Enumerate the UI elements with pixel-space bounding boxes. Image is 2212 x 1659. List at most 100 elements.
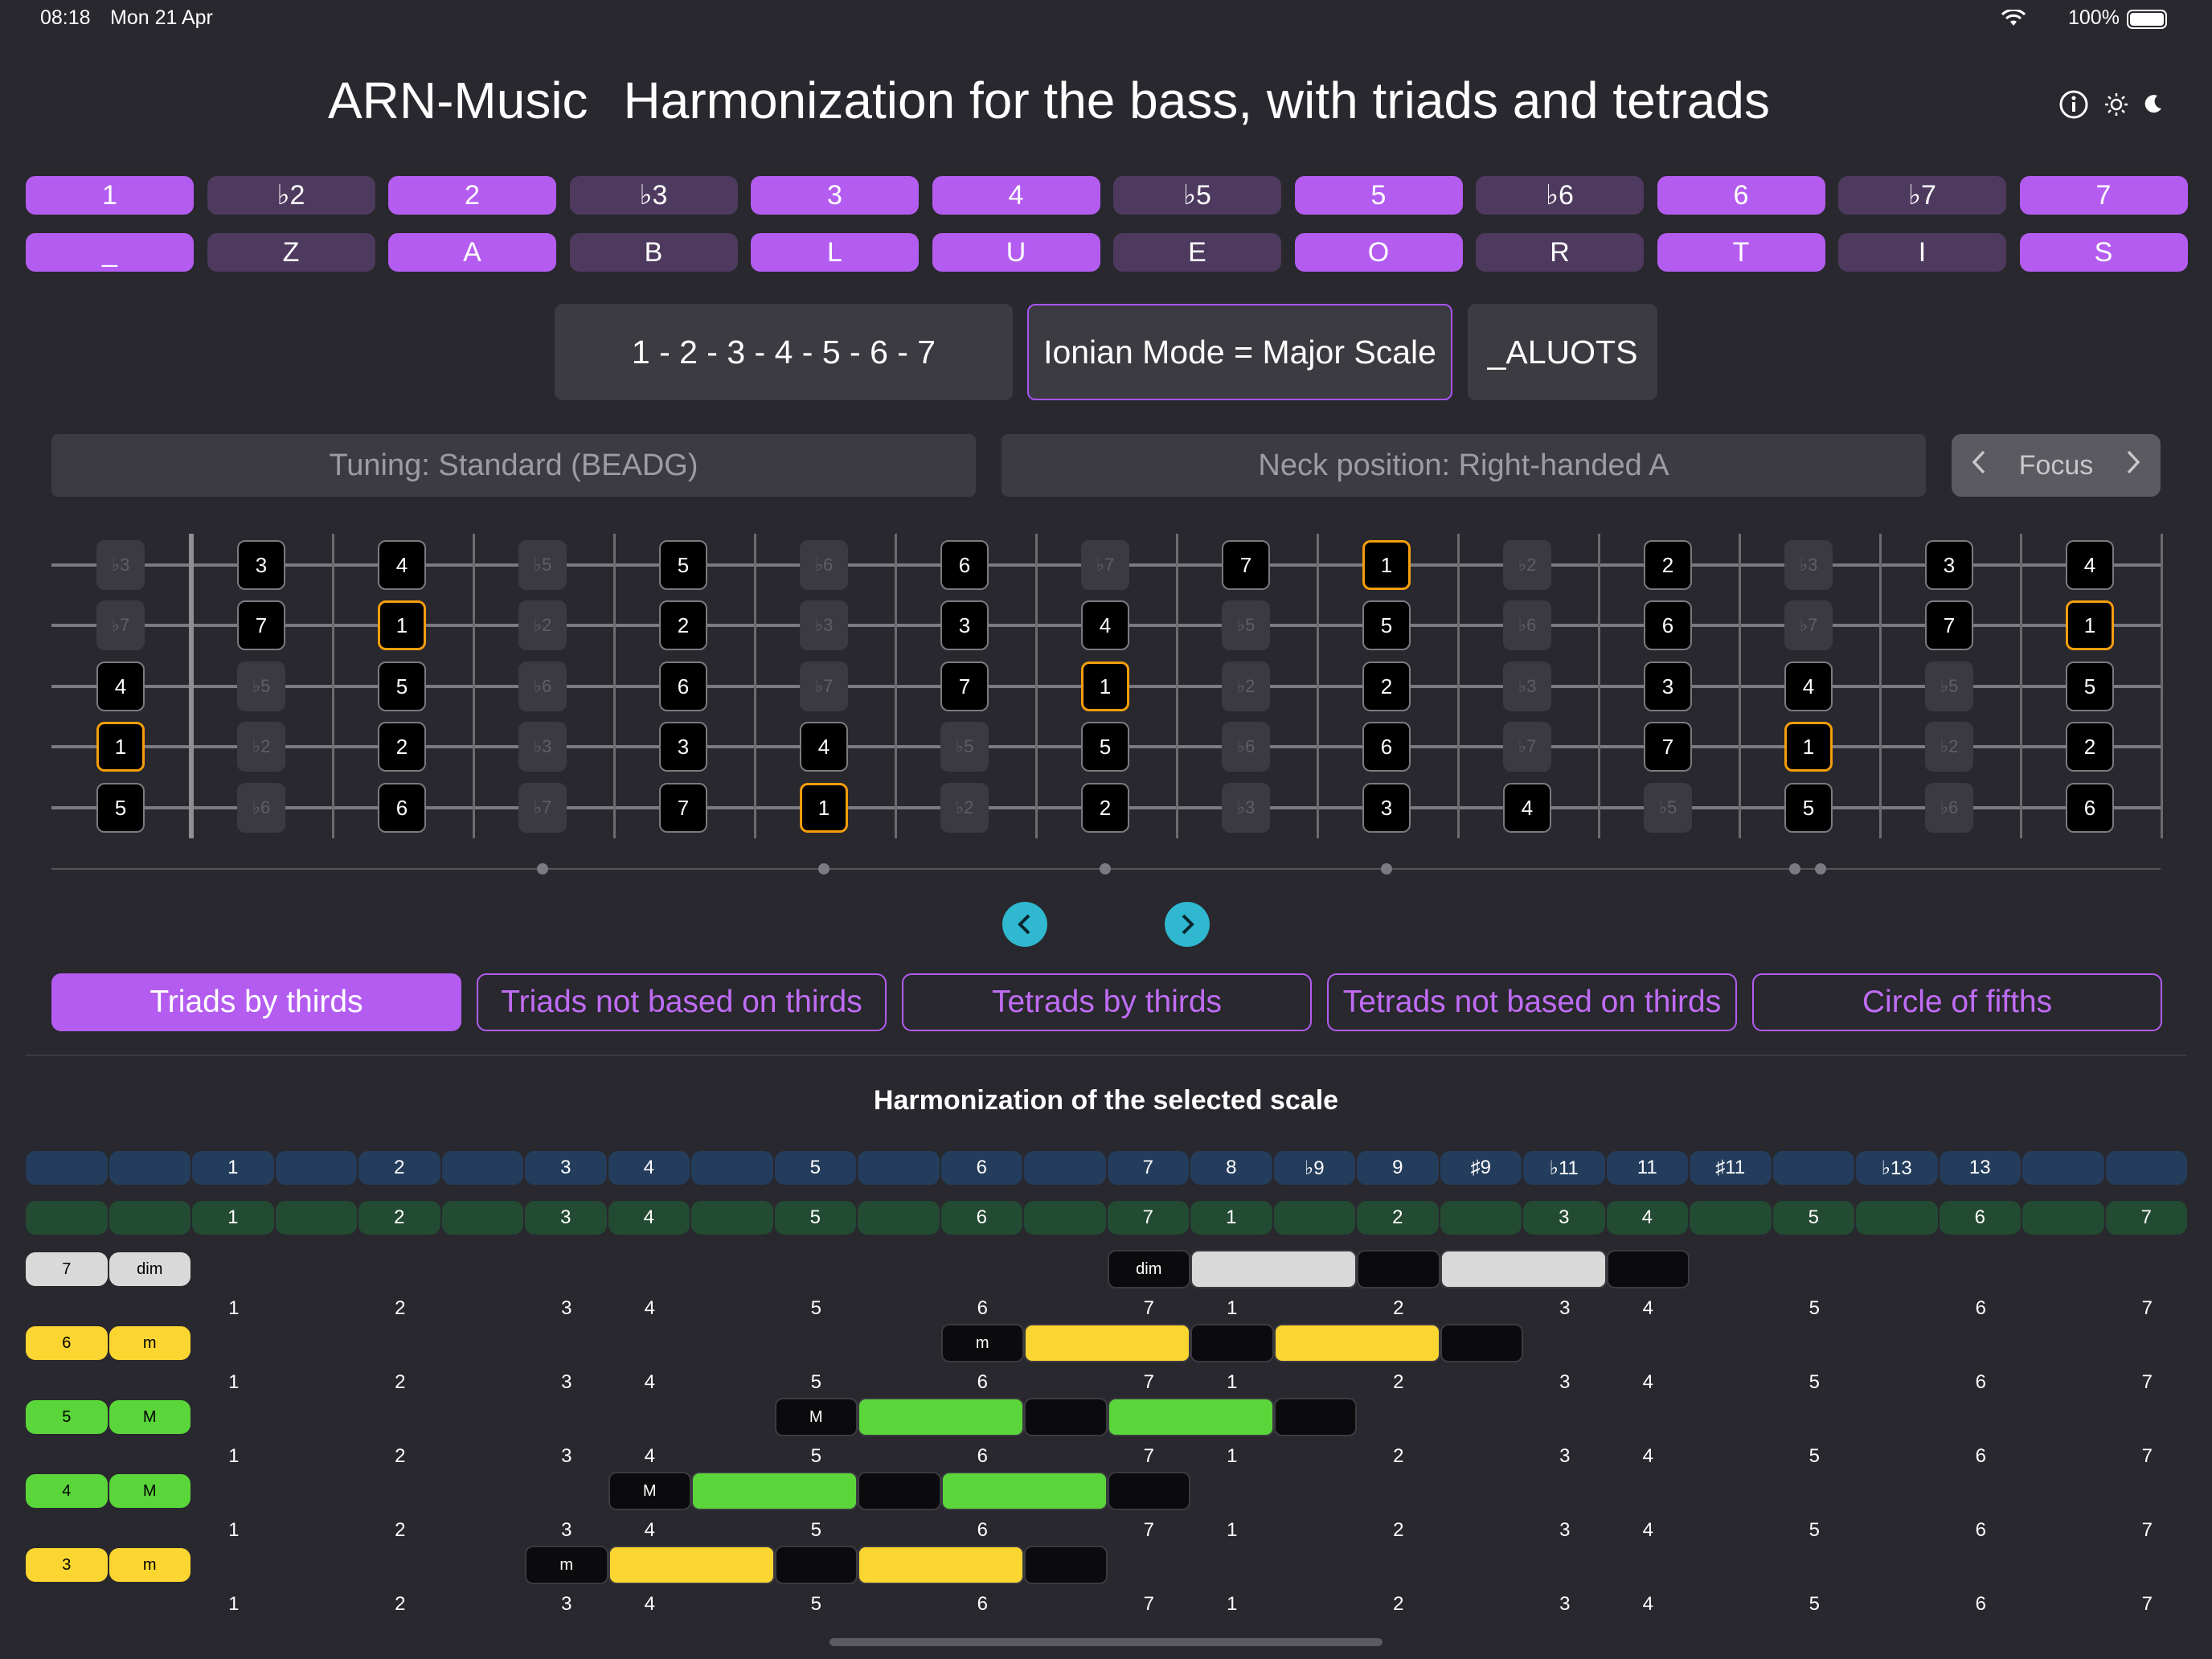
fret-note[interactable]: 3 [940, 600, 989, 650]
fret-note[interactable]: ♭5 [940, 722, 989, 772]
fret-note[interactable]: 2 [1081, 783, 1129, 833]
fret-note[interactable]: 5 [2066, 662, 2114, 711]
fret-note[interactable]: 6 [1644, 600, 1692, 650]
fret-note[interactable]: 6 [378, 783, 426, 833]
fret-note[interactable]: 3 [237, 540, 285, 590]
fret-note[interactable]: ♭3 [800, 600, 848, 650]
mode-selector[interactable]: Ionian Mode = Major Scale [1027, 304, 1452, 400]
degree-pill[interactable]: 4 [932, 176, 1100, 215]
tab-harmonization[interactable]: Triads not based on thirds [477, 973, 887, 1031]
letter-pill[interactable]: L [751, 233, 919, 272]
fret-note[interactable]: 2 [1644, 540, 1692, 590]
fret-note[interactable]: 2 [659, 600, 707, 650]
tab-harmonization[interactable]: Circle of fifths [1752, 973, 2162, 1031]
fret-note[interactable]: ♭5 [1222, 600, 1270, 650]
fret-note[interactable]: ♭7 [1784, 600, 1833, 650]
fret-note[interactable]: ♭7 [1503, 722, 1551, 772]
fret-note[interactable]: ♭5 [518, 540, 567, 590]
fret-note[interactable]: 4 [800, 722, 848, 772]
fret-note[interactable]: 4 [378, 540, 426, 590]
fret-note[interactable]: 4 [1081, 600, 1129, 650]
fret-note[interactable]: ♭6 [1222, 722, 1270, 772]
tab-harmonization[interactable]: Triads by thirds [51, 973, 461, 1031]
fret-note[interactable]: ♭2 [1925, 722, 1973, 772]
fret-note[interactable]: ♭7 [96, 600, 145, 650]
fret-note[interactable]: ♭3 [1222, 783, 1270, 833]
fret-note[interactable]: 3 [659, 722, 707, 772]
fret-note[interactable]: 6 [2066, 783, 2114, 833]
moon-icon[interactable] [2136, 88, 2169, 121]
fret-note[interactable]: ♭2 [940, 783, 989, 833]
next-button[interactable] [1165, 902, 1210, 947]
fret-note[interactable]: 2 [2066, 722, 2114, 772]
fret-note[interactable]: ♭7 [1081, 540, 1129, 590]
fret-note[interactable]: ♭5 [1644, 783, 1692, 833]
fret-note[interactable]: ♭2 [518, 600, 567, 650]
fret-note[interactable]: 5 [1081, 722, 1129, 772]
fret-note[interactable]: ♭7 [518, 783, 567, 833]
fret-note[interactable]: 5 [659, 540, 707, 590]
tab-harmonization[interactable]: Tetrads by thirds [902, 973, 1312, 1031]
fret-note[interactable]: 7 [237, 600, 285, 650]
letter-pill[interactable]: T [1657, 233, 1825, 272]
fret-note[interactable]: ♭5 [1925, 662, 1973, 711]
tab-harmonization[interactable]: Tetrads not based on thirds [1327, 973, 1737, 1031]
degree-pill[interactable]: ♭3 [569, 176, 738, 215]
fret-note[interactable]: ♭6 [237, 783, 285, 833]
degree-pill[interactable]: ♭5 [1113, 176, 1281, 215]
letter-pill[interactable]: U [932, 233, 1100, 272]
degree-pill[interactable]: 6 [1657, 176, 1825, 215]
fret-note[interactable]: 3 [1362, 783, 1411, 833]
fret-note[interactable]: 7 [1925, 600, 1973, 650]
fret-note[interactable]: ♭2 [237, 722, 285, 772]
chevron-right-icon[interactable] [2125, 449, 2141, 482]
fret-note[interactable]: 4 [2066, 540, 2114, 590]
fret-note[interactable]: 1 [1362, 540, 1411, 590]
fret-note[interactable]: 5 [1784, 783, 1833, 833]
degree-pill[interactable]: ♭7 [1838, 176, 2006, 215]
fret-note[interactable]: ♭6 [518, 662, 567, 711]
letter-pill[interactable]: E [1113, 233, 1281, 272]
fret-note[interactable]: 7 [1222, 540, 1270, 590]
degree-pill[interactable]: 2 [388, 176, 556, 215]
fret-note[interactable]: 7 [1644, 722, 1692, 772]
fret-note[interactable]: 1 [378, 600, 426, 650]
letter-pill[interactable]: Z [207, 233, 375, 272]
fret-note[interactable]: ♭6 [1503, 600, 1551, 650]
neck-position-selector[interactable]: Neck position: Right-handed A [1002, 434, 1926, 497]
fret-note[interactable]: 7 [659, 783, 707, 833]
letter-pill[interactable]: O [1294, 233, 1463, 272]
fret-note[interactable]: 1 [1081, 662, 1129, 711]
letter-pill[interactable]: _ [26, 233, 194, 272]
fret-note[interactable]: ♭3 [518, 722, 567, 772]
fret-note[interactable]: ♭5 [237, 662, 285, 711]
fret-note[interactable]: ♭3 [1503, 662, 1551, 711]
fret-note[interactable]: ♭6 [1925, 783, 1973, 833]
fret-note[interactable]: 2 [1362, 662, 1411, 711]
fret-note[interactable]: 2 [378, 722, 426, 772]
sun-icon[interactable] [2100, 88, 2132, 121]
prev-button[interactable] [1002, 902, 1047, 947]
focus-control[interactable]: Focus [1952, 434, 2161, 497]
fret-note[interactable]: 4 [1784, 662, 1833, 711]
fret-note[interactable]: 6 [940, 540, 989, 590]
fret-note[interactable]: 1 [2066, 600, 2114, 650]
fret-note[interactable]: ♭7 [800, 662, 848, 711]
letter-pill[interactable]: S [2019, 233, 2188, 272]
fret-note[interactable]: 5 [1362, 600, 1411, 650]
fret-note[interactable]: 4 [96, 662, 145, 711]
fret-note[interactable]: 1 [1784, 722, 1833, 772]
letter-pill[interactable]: A [388, 233, 556, 272]
fret-note[interactable]: 3 [1925, 540, 1973, 590]
letter-pill[interactable]: R [1476, 233, 1644, 272]
chevron-left-icon[interactable] [1971, 449, 1987, 482]
degree-pill[interactable]: ♭2 [207, 176, 375, 215]
fret-note[interactable]: 7 [940, 662, 989, 711]
fret-note[interactable]: 5 [96, 783, 145, 833]
fret-note[interactable]: ♭2 [1503, 540, 1551, 590]
fret-note[interactable]: 3 [1644, 662, 1692, 711]
fret-note[interactable]: ♭2 [1222, 662, 1270, 711]
tuning-selector[interactable]: Tuning: Standard (BEADG) [51, 434, 976, 497]
fret-note[interactable]: 1 [96, 722, 145, 772]
degree-pill[interactable]: ♭6 [1476, 176, 1644, 215]
